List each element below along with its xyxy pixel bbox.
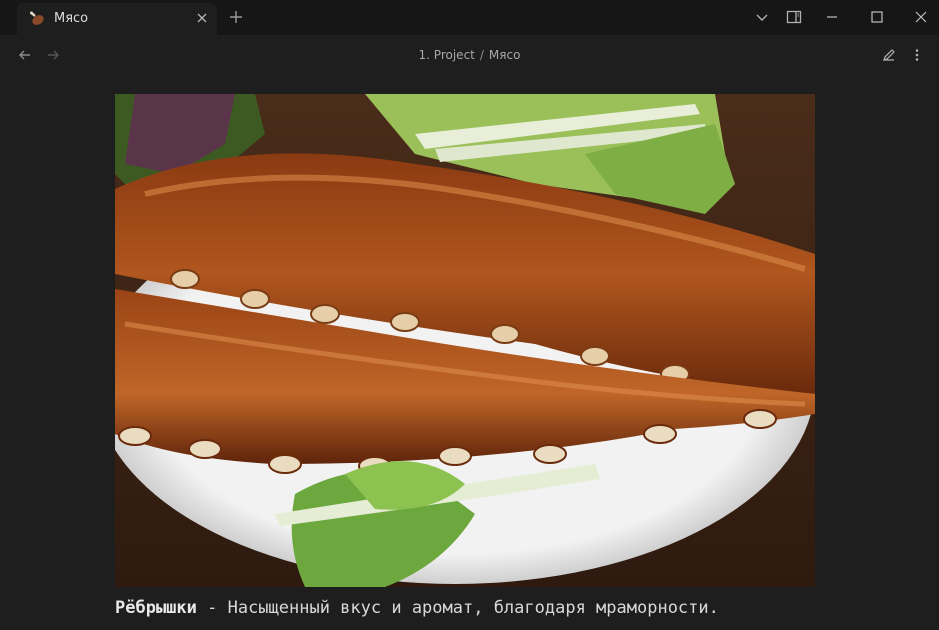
tab-meat[interactable]: Мясо xyxy=(17,3,217,35)
title-bar: Мясо xyxy=(0,0,939,35)
close-window-icon[interactable] xyxy=(913,9,929,25)
caption-description: - Насыщенный вкус и аромат, благодаря мр… xyxy=(196,598,719,618)
tab-title: Мясо xyxy=(54,11,89,26)
edit-pencil-icon[interactable] xyxy=(881,47,897,63)
new-tab-icon[interactable] xyxy=(228,9,244,25)
breadcrumb-current[interactable]: Мясо xyxy=(489,48,521,62)
nav-bar: 1. Project / Мясо xyxy=(0,35,939,75)
caption-title: Рёбрышки xyxy=(115,598,197,618)
sidebar-toggle-icon[interactable] xyxy=(786,9,802,25)
maximize-icon[interactable] xyxy=(869,9,885,25)
image-caption: Рёбрышки - Насыщенный вкус и аромат, бла… xyxy=(115,598,915,618)
minimize-icon[interactable] xyxy=(824,9,840,25)
meat-icon xyxy=(29,11,45,27)
breadcrumb-separator: / xyxy=(479,48,484,62)
breadcrumb: 1. Project / Мясо xyxy=(0,48,939,62)
chevron-down-icon[interactable] xyxy=(754,9,770,25)
close-tab-icon[interactable] xyxy=(195,11,209,25)
ribs-photo xyxy=(115,94,815,587)
more-options-icon[interactable] xyxy=(909,47,925,63)
breadcrumb-parent[interactable]: 1. Project xyxy=(419,48,475,62)
